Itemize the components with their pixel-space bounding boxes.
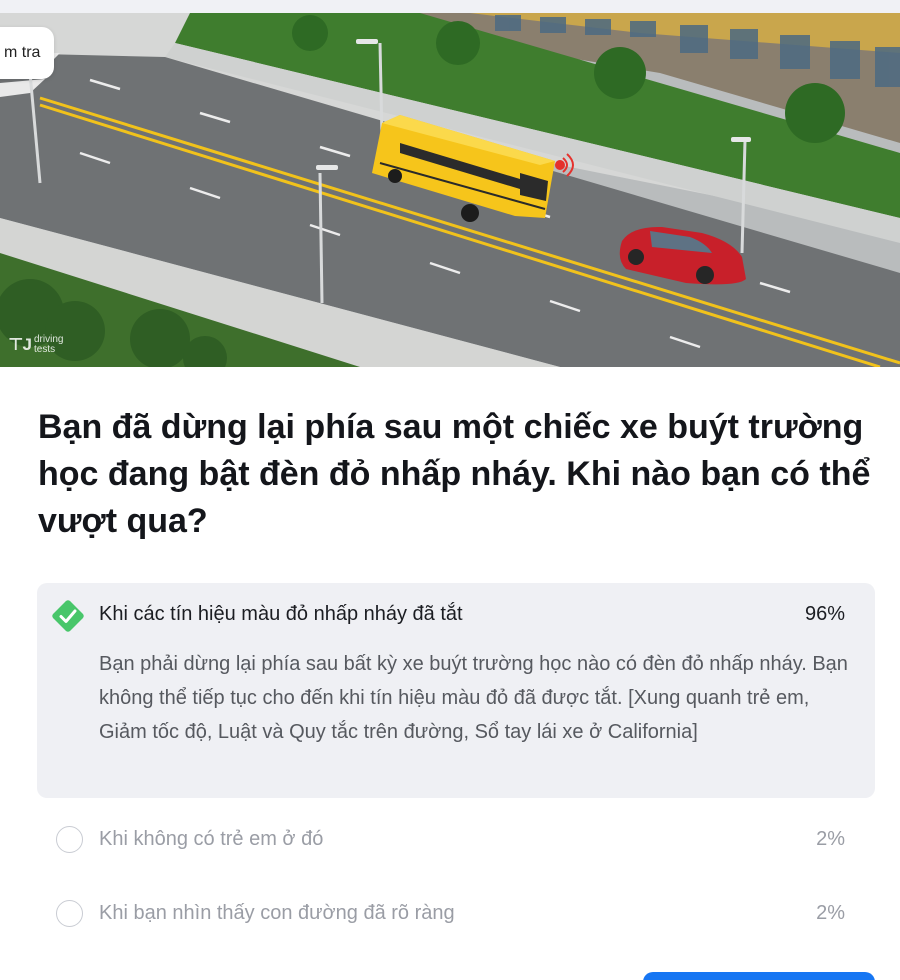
question-text: Bạn đã dừng lại phía sau một chiếc xe bu… [38,408,871,540]
radio-circle-icon [56,900,83,927]
check-diamond-icon [52,600,84,632]
answer-percent: 2% [816,828,845,850]
answer-label: Khi các tín hiệu màu đỏ nhấp nháy đã tắt [99,603,463,625]
question-illustration: m tra ⊤J driving tests [0,13,900,367]
watermark-logo: ⊤J driving tests [8,335,63,355]
answer-percent: 2% [816,902,845,924]
watermark-icon: ⊤J [8,335,32,354]
radio-circle-icon [56,826,83,853]
page: m tra ⊤J driving tests Bạn đã dừng lại p… [0,0,900,980]
next-question-button[interactable] [643,972,875,980]
answer-percent: 96% [804,603,845,625]
top-strip [0,0,900,13]
answer-label: Khi bạn nhìn thấy con đường đã rõ ràng [99,902,455,924]
answer-option[interactable]: Khi không có trẻ em ở đó 2% [37,812,875,868]
watermark-line2: tests [34,344,56,355]
answer-label: Khi không có trẻ em ở đó [99,828,324,850]
answer-option[interactable]: Khi bạn nhìn thấy con đường đã rõ ràng 2… [37,886,875,942]
answer-explanation: Bạn phải dừng lại phía sau bất kỳ xe buý… [99,653,848,743]
check-answer-button[interactable]: m tra [0,27,55,79]
answer-option-correct[interactable]: Khi các tín hiệu màu đỏ nhấp nháy đã tắt… [37,583,875,798]
